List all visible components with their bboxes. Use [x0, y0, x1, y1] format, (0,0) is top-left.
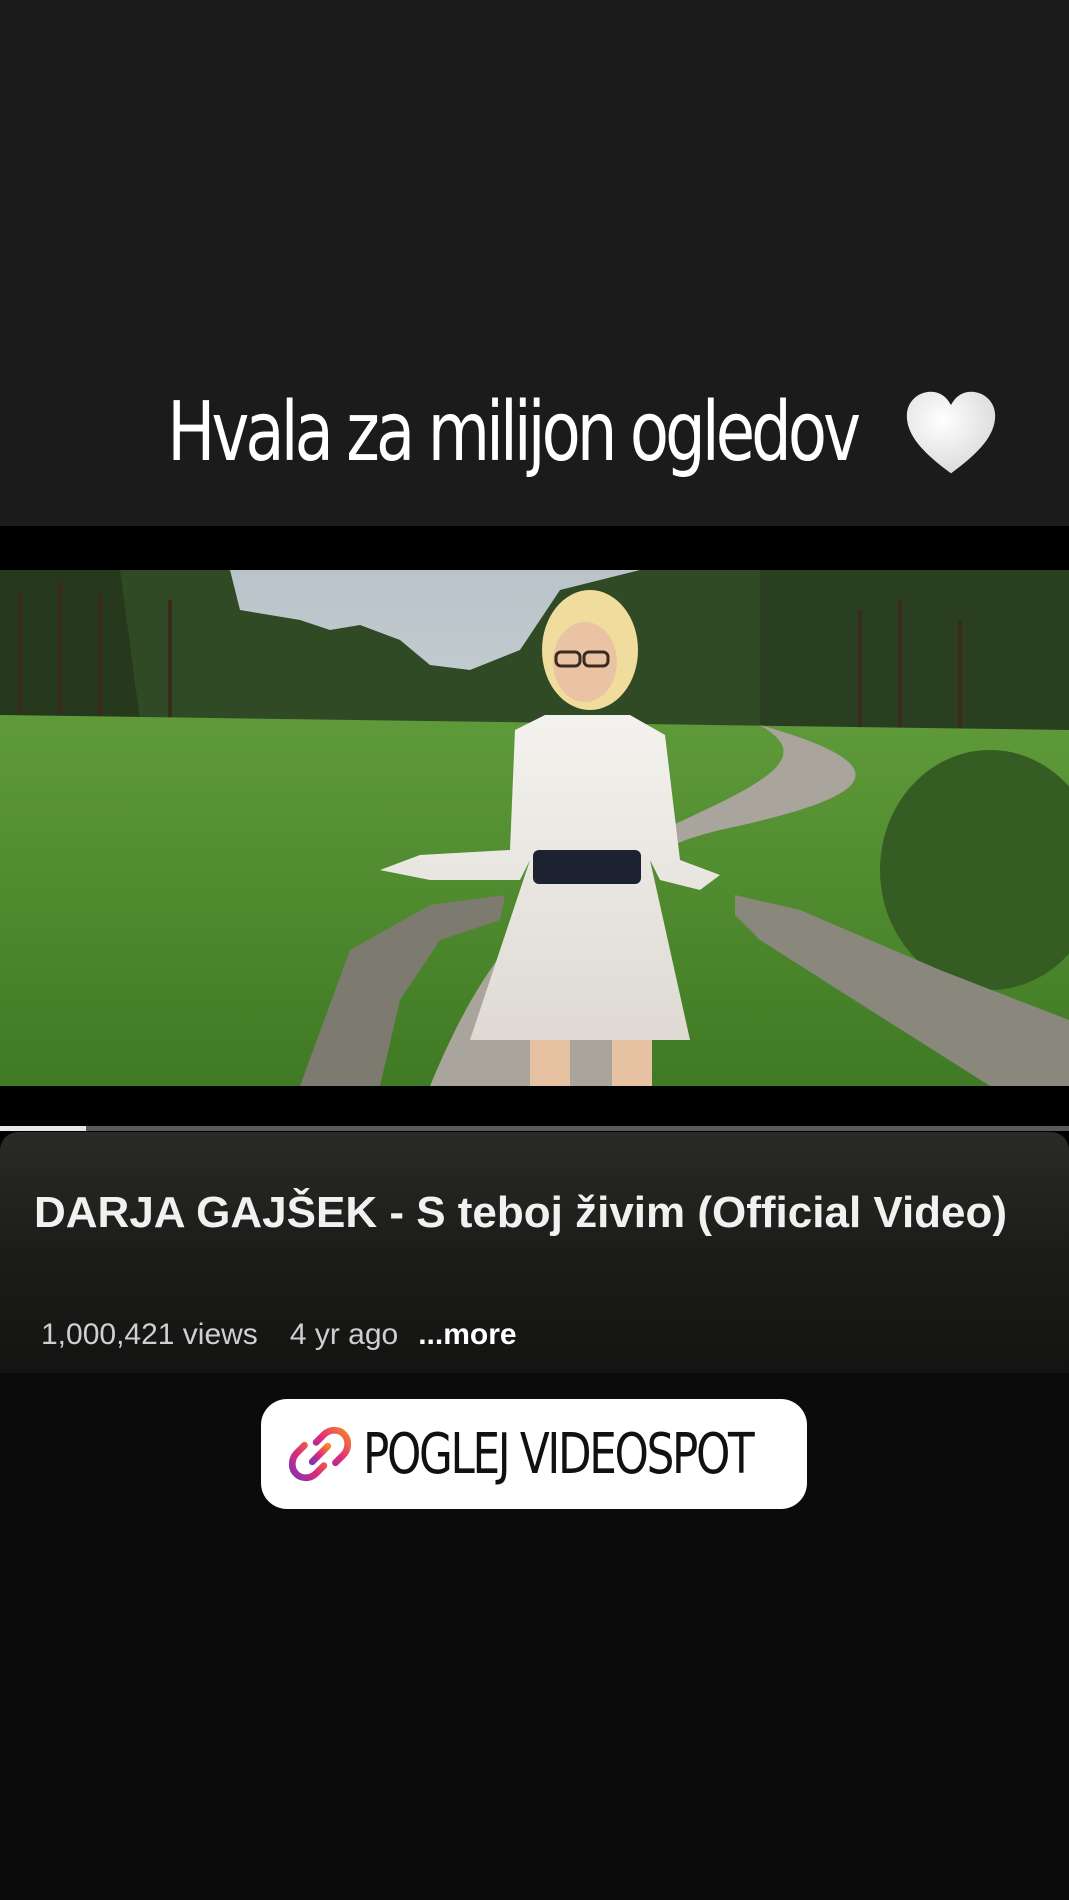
link-sticker[interactable]: POGLEJ VIDEOSPOT	[261, 1399, 807, 1509]
video-title[interactable]: DARJA GAJŠEK - S teboj živim (Official V…	[34, 1184, 1034, 1242]
link-sticker-label: POGLEJ VIDEOSPOT	[363, 1421, 755, 1487]
video-progress-fill	[0, 1126, 86, 1131]
video-meta: 1,000,421 views 4 yr ago ...more	[41, 1318, 517, 1352]
shared-video-card[interactable]: DARJA GAJŠEK - S teboj živim (Official V…	[0, 526, 1069, 1373]
upload-age: 4 yr ago	[289, 1318, 399, 1351]
story-screen: { "story": { "caption": "Hvala za milijo…	[0, 0, 1069, 1900]
video-thumbnail[interactable]	[0, 570, 1069, 1086]
white-heart-icon	[906, 391, 995, 473]
video-progress-bar[interactable]	[0, 1126, 1069, 1131]
more-link[interactable]: ...more	[418, 1318, 516, 1352]
view-count: 1,000,421 views	[41, 1318, 258, 1351]
video-info-panel: DARJA GAJŠEK - S teboj živim (Official V…	[0, 1132, 1069, 1373]
story-caption: Hvala za milijon ogledov	[0, 385, 1069, 480]
caption-text: Hvala za milijon ogledov	[167, 385, 862, 480]
link-icon	[289, 1426, 351, 1482]
video-scene-illustration	[0, 570, 1069, 1086]
